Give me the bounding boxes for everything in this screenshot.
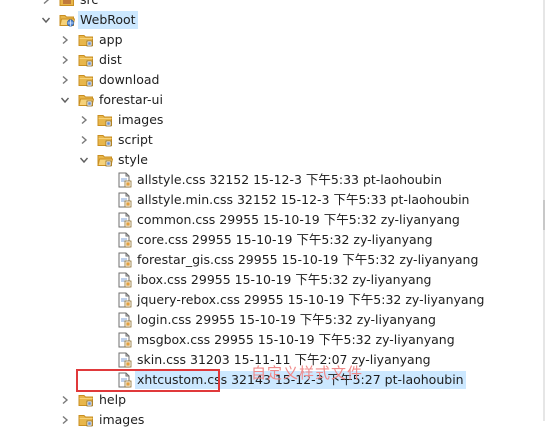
tree-item-label: script (118, 132, 153, 147)
tree-item-label: jquery-rebox.css 29955 15-10-19 下午5:32 z… (137, 292, 485, 307)
chevron-right-icon[interactable] (58, 70, 72, 90)
tree-item-label: ibox.css 29955 15-10-19 下午5:32 zy-liyany… (137, 272, 432, 287)
folder-icon (97, 112, 113, 128)
folder-icon (78, 72, 94, 88)
tree-item-label: forestar_gis.css 29955 15-10-19 下午5:32 z… (137, 252, 479, 267)
tree-folder-item[interactable]: script (0, 130, 545, 150)
css-file-icon (116, 332, 132, 348)
tree-folder-item[interactable]: forestar-ui (0, 90, 545, 110)
folder-icon (78, 32, 94, 48)
folder-icon (97, 152, 114, 168)
tree-file-item[interactable]: forestar_gis.css 29955 15-10-19 下午5:32 z… (0, 250, 545, 270)
tree-file-item[interactable]: ibox.css 29955 15-10-19 下午5:32 zy-liyany… (0, 270, 545, 290)
css-file-icon (116, 272, 132, 288)
tree-item-label: allstyle.css 32152 15-12-3 下午5:33 pt-lao… (137, 172, 442, 187)
css-file-icon (116, 232, 132, 248)
tree-file-item[interactable]: common.css 29955 15-10-19 下午5:32 zy-liya… (0, 210, 545, 230)
css-file-icon (116, 312, 132, 328)
folder-icon (78, 52, 94, 68)
tree-folder-item[interactable]: WebRoot (0, 10, 545, 30)
tree-folder-item[interactable]: images (0, 410, 545, 430)
tree-file-item[interactable]: core.css 29955 15-10-19 下午5:32 zy-liyany… (0, 230, 545, 250)
tree-item-label: app (99, 32, 123, 47)
chevron-right-icon[interactable] (58, 390, 72, 410)
tree-item-label: style (118, 152, 148, 167)
tree-folder-item[interactable]: download (0, 70, 545, 90)
tree-folder-item[interactable]: app (0, 30, 545, 50)
chevron-right-icon[interactable] (77, 130, 91, 150)
project-explorer-tree: src WebRoot app dist download forestar-ui imag… (0, 0, 545, 427)
folder-icon (78, 412, 94, 428)
tree-item-label: download (99, 72, 160, 87)
tree-item-label: forestar-ui (99, 92, 163, 107)
chevron-right-icon[interactable] (39, 0, 53, 10)
tree-item-label: src (78, 0, 100, 9)
folder-icon (78, 392, 94, 408)
tree-file-item[interactable]: allstyle.min.css 32152 15-12-3 下午5:33 pt… (0, 190, 545, 210)
chevron-down-icon[interactable] (39, 10, 53, 30)
chevron-right-icon[interactable] (58, 410, 72, 430)
tree-item-label: common.css 29955 15-10-19 下午5:32 zy-liya… (137, 212, 460, 227)
web-folder-icon (59, 12, 76, 28)
chevron-right-icon[interactable] (58, 30, 72, 50)
folder-icon (78, 92, 95, 108)
css-file-icon (116, 192, 132, 208)
chevron-down-icon[interactable] (77, 150, 91, 170)
tree-folder-item[interactable]: src (0, 0, 545, 10)
source-folder-icon (59, 0, 75, 8)
tree-file-item[interactable]: login.css 29955 15-10-19 下午5:32 zy-liyan… (0, 310, 545, 330)
tree-file-item[interactable]: allstyle.css 32152 15-12-3 下午5:33 pt-lao… (0, 170, 545, 190)
tree-item-label: allstyle.min.css 32152 15-12-3 下午5:33 pt… (137, 192, 470, 207)
css-file-icon (116, 292, 132, 308)
tree-file-item[interactable]: msgbox.css 29955 15-10-19 下午5:32 zy-liya… (0, 330, 545, 350)
folder-icon (97, 132, 113, 148)
tree-item-label: images (99, 412, 145, 427)
tree-folder-item[interactable]: style (0, 150, 545, 170)
annotation-label: 自定义样式文件 (251, 364, 364, 382)
tree-folder-item[interactable]: images (0, 110, 545, 130)
css-file-icon (116, 172, 132, 188)
css-file-icon (116, 212, 132, 228)
tree-item-label: core.css 29955 15-10-19 下午5:32 zy-liyany… (137, 232, 433, 247)
css-file-icon (116, 252, 132, 268)
css-file-icon (116, 352, 132, 368)
tree-item-label: msgbox.css 29955 15-10-19 下午5:32 zy-liya… (137, 332, 455, 347)
tree-folder-item[interactable]: dist (0, 50, 545, 70)
tree-folder-item[interactable]: help (0, 390, 545, 410)
highlight-box (76, 369, 220, 392)
chevron-right-icon[interactable] (77, 110, 91, 130)
tree-item-label: dist (99, 52, 122, 67)
tree-item-label: images (118, 112, 164, 127)
chevron-down-icon[interactable] (58, 90, 72, 110)
tree-file-item[interactable]: jquery-rebox.css 29955 15-10-19 下午5:32 z… (0, 290, 545, 310)
tree-item-label: login.css 29955 15-10-19 下午5:32 zy-liyan… (137, 312, 436, 327)
tree-item-label: help (99, 392, 127, 407)
tree-item-label: WebRoot (78, 11, 138, 29)
chevron-right-icon[interactable] (58, 50, 72, 70)
